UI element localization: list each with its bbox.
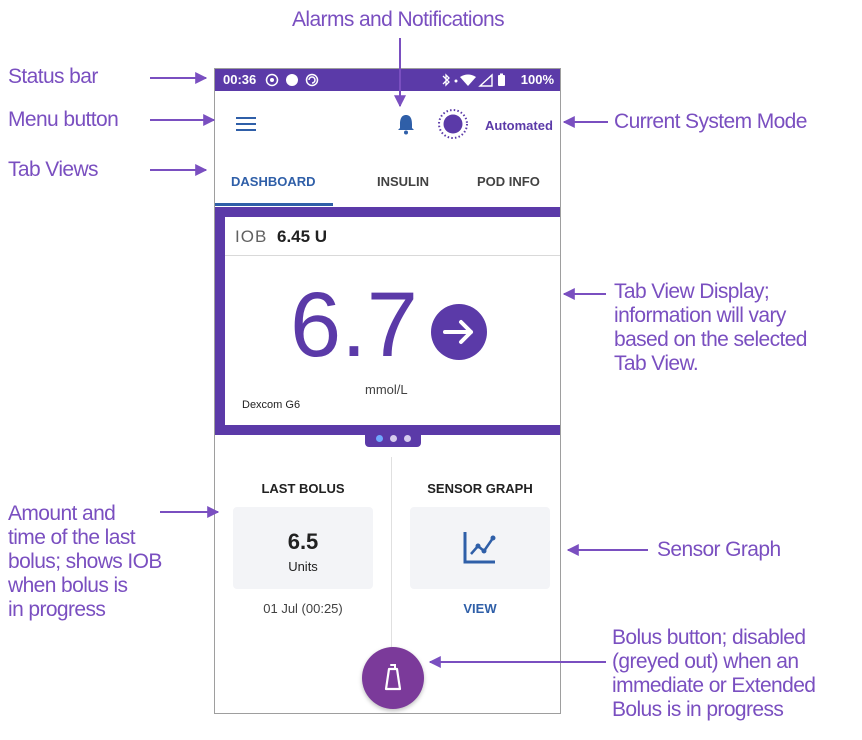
active-tab-indicator <box>215 203 333 206</box>
callout-line: Bolus button; disabled <box>612 626 806 649</box>
tab-pod-info[interactable]: POD INFO <box>477 174 540 189</box>
sensor-graph-view-link[interactable]: VIEW <box>410 601 550 616</box>
callout-system-mode: Current System Mode <box>614 110 807 133</box>
callout-menu-button: Menu button <box>8 108 119 131</box>
page-dot <box>404 435 411 442</box>
glucose-unit: mmol/L <box>365 382 408 397</box>
glucose-card[interactable]: IOB 6.45 U 6.7 mmol/L Dexcom G6 <box>225 217 560 425</box>
callout-line: Bolus is in progress <box>612 698 784 721</box>
callout-line: Amount and <box>8 502 116 525</box>
glucose-value: 6.7 <box>290 274 418 376</box>
callout-line: time of the last <box>8 526 136 549</box>
app-header: Automated <box>215 91 560 156</box>
dashboard-panel: IOB 6.45 U 6.7 mmol/L Dexcom G6 <box>215 207 560 435</box>
bolus-icon <box>384 664 402 691</box>
last-bolus-unit: Units <box>288 559 318 574</box>
last-bolus-amount: 6.5 <box>287 529 319 554</box>
sensor-graph-tile[interactable] <box>410 507 550 589</box>
status-bar: 00:36 100% <box>215 69 560 91</box>
callout-tab-view-display: Tab View Display; information will vary … <box>614 280 807 376</box>
callout-line: (greyed out) when an <box>612 650 799 673</box>
page-dot <box>390 435 397 442</box>
last-bolus-time: 01 Jul (00:25) <box>263 601 343 616</box>
tab-bar: DASHBOARD INSULIN POD INFO <box>215 155 560 207</box>
bell-icon[interactable] <box>397 113 415 135</box>
callout-line: in progress <box>8 598 106 621</box>
page-dot-active <box>376 435 383 442</box>
sensor-source: Dexcom G6 <box>242 399 301 411</box>
automated-mode-icon[interactable] <box>437 108 469 140</box>
callout-line: when bolus is <box>8 574 128 597</box>
arrow-right-icon <box>431 304 487 360</box>
tab-dashboard[interactable]: DASHBOARD <box>231 174 316 189</box>
callout-alarms: Alarms and Notifications <box>292 8 505 31</box>
callout-line: immediate or Extended <box>612 674 816 697</box>
callout-sensor-graph: Sensor Graph <box>657 538 781 561</box>
phone-screen: 00:36 100% Automated DASHBOARD INSULIN P… <box>214 68 561 714</box>
callout-line: Tab View Display; <box>614 280 770 303</box>
status-time: 00:36 <box>223 72 257 87</box>
iob-row: IOB 6.45 U <box>225 217 560 256</box>
line-chart-icon <box>463 532 496 564</box>
page-indicator[interactable] <box>365 431 421 447</box>
status-notification-icons <box>265 73 319 87</box>
bolus-button[interactable] <box>362 647 424 709</box>
iob-value: 6.45 U <box>277 227 328 246</box>
column-divider <box>391 457 392 672</box>
battery-percent: 100% <box>520 72 554 87</box>
callout-last-bolus: Amount and time of the last bolus; shows… <box>8 502 162 622</box>
callout-line: based on the selected <box>614 328 807 351</box>
callout-line: information will vary <box>614 304 786 327</box>
last-bolus-title: LAST BOLUS <box>261 481 345 496</box>
callout-tab-views: Tab Views <box>8 158 99 181</box>
iob-label: IOB <box>235 227 268 246</box>
sensor-graph-title: SENSOR GRAPH <box>427 481 533 496</box>
system-mode-label[interactable]: Automated <box>485 118 553 133</box>
callout-line: bolus; shows IOB <box>8 550 162 573</box>
tab-insulin[interactable]: INSULIN <box>377 174 429 189</box>
last-bolus-tile[interactable]: 6.5 Units <box>233 507 373 589</box>
status-system-icons <box>442 73 505 87</box>
callout-line: Tab View. <box>614 352 699 375</box>
menu-icon[interactable] <box>236 117 256 131</box>
callout-bolus-button: Bolus button; disabled (greyed out) when… <box>612 626 816 722</box>
callout-status-bar: Status bar <box>8 65 98 88</box>
